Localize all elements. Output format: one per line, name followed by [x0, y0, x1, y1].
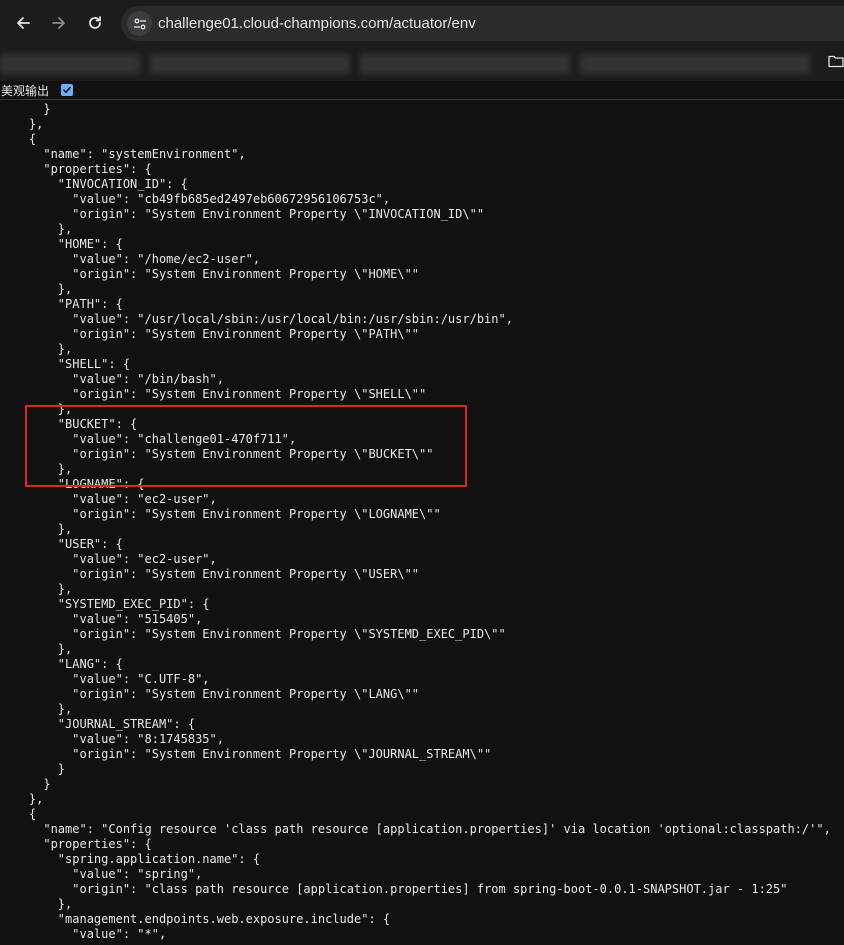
json-line: },	[0, 642, 73, 656]
json-line: {	[0, 807, 37, 821]
blurred-bookmarks	[580, 54, 810, 74]
json-line: "value": "cb49fb685ed2497eb6067295610675…	[0, 192, 391, 206]
blurred-bookmarks	[360, 54, 570, 74]
blurred-bookmarks	[0, 54, 140, 74]
json-line: },	[0, 117, 44, 131]
json-line: "SHELL": {	[0, 357, 131, 371]
pretty-print-bar: 美观输出	[0, 81, 844, 100]
json-line: "management.endpoints.web.exposure.inclu…	[0, 912, 391, 926]
json-line: "value": "ec2-user",	[0, 552, 217, 566]
json-line: }	[0, 777, 51, 791]
back-icon[interactable]	[12, 12, 34, 34]
folder-icon[interactable]	[828, 53, 844, 69]
json-line: "origin": "System Environment Property \…	[0, 387, 427, 401]
json-line: "JOURNAL_STREAM": {	[0, 717, 196, 731]
json-line: "spring.application.name": {	[0, 852, 261, 866]
json-line: "origin": "System Environment Property \…	[0, 687, 420, 701]
json-line: {	[0, 132, 37, 146]
address-bar[interactable]: challenge01.cloud-champions.com/actuator…	[121, 6, 844, 41]
browser-toolbar: challenge01.cloud-champions.com/actuator…	[0, 0, 844, 47]
pretty-print-label: 美观输出	[1, 84, 50, 98]
json-line: "INVOCATION_ID": {	[0, 177, 188, 191]
json-line: "value": "*",	[0, 927, 167, 941]
json-line: "value": "/bin/bash",	[0, 372, 224, 386]
json-line: },	[0, 222, 73, 236]
reload-icon[interactable]	[84, 12, 106, 34]
json-line: "properties": {	[0, 162, 152, 176]
json-line: }	[0, 762, 66, 776]
json-line: "LANG": {	[0, 657, 123, 671]
json-line: "USER": {	[0, 537, 123, 551]
json-line: "value": "/usr/local/sbin:/usr/local/bin…	[0, 312, 513, 326]
json-line: },	[0, 897, 73, 911]
site-info-icon[interactable]	[127, 11, 152, 36]
json-line: "value": "C.UTF-8",	[0, 672, 210, 686]
json-line: "name": "Config resource 'class path res…	[0, 822, 831, 836]
json-viewer: 美观输出 } }, { "name": "systemEnvironment",…	[0, 81, 844, 945]
bookmarks-bar	[0, 47, 844, 81]
json-line: }	[0, 102, 51, 116]
json-line: },	[0, 522, 73, 536]
json-line: "origin": "class path resource [applicat…	[0, 882, 788, 896]
json-line: "value": "8:1745835",	[0, 732, 224, 746]
json-line: "name": "systemEnvironment",	[0, 147, 246, 161]
json-line: "value": "/home/ec2-user",	[0, 252, 261, 266]
json-line: },	[0, 582, 73, 596]
json-line: "origin": "System Environment Property \…	[0, 627, 506, 641]
json-line: "origin": "System Environment Property \…	[0, 747, 492, 761]
json-line: "HOME": {	[0, 237, 123, 251]
json-line: },	[0, 702, 73, 716]
json-line: "origin": "System Environment Property \…	[0, 507, 441, 521]
blurred-bookmarks	[150, 54, 350, 74]
json-line: "origin": "System Environment Property \…	[0, 267, 420, 281]
forward-icon[interactable]	[48, 12, 70, 34]
json-line: "PATH": {	[0, 297, 123, 311]
bucket-highlight-box	[25, 405, 467, 487]
pretty-print-checkbox[interactable]	[61, 84, 73, 96]
json-line: "properties": {	[0, 837, 152, 851]
json-line: "origin": "System Environment Property \…	[0, 327, 420, 341]
json-line: "origin": "System Environment Property \…	[0, 207, 485, 221]
json-line: "value": "515405",	[0, 612, 203, 626]
json-line: },	[0, 792, 44, 806]
json-line: "value": "spring",	[0, 867, 203, 881]
json-line: "value": "ec2-user",	[0, 492, 217, 506]
json-line: "SYSTEMD_EXEC_PID": {	[0, 597, 210, 611]
json-code-block: } }, { "name": "systemEnvironment", "pro…	[0, 102, 831, 942]
json-line: "origin": "System Environment Property \…	[0, 567, 420, 581]
json-line: },	[0, 282, 73, 296]
url-text[interactable]: challenge01.cloud-champions.com/actuator…	[158, 15, 476, 32]
json-line: },	[0, 342, 73, 356]
